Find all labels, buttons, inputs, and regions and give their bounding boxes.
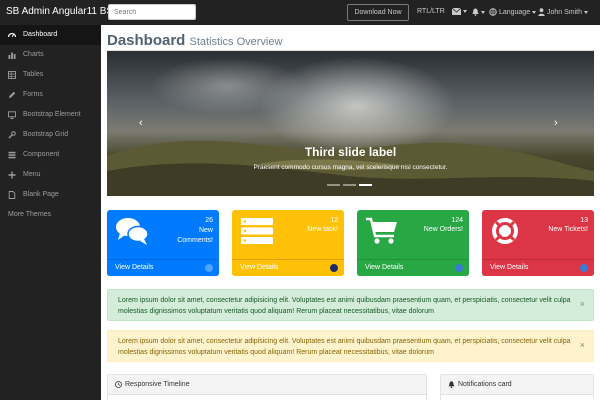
timeline-card-title: Responsive Timeline [125,381,190,388]
comments-icon [116,218,149,245]
page-subtitle: Statistics Overview [189,36,283,48]
stat-count: 13 [580,217,588,224]
sidebar-item-tables[interactable]: Tables [0,65,101,85]
language-dropdown[interactable]: Language [489,8,537,16]
sidebar-item-dashboard[interactable]: Dashboard [0,25,101,45]
carousel-text: Praesent commodo cursus magna, vel scele… [253,164,448,171]
stat-card-footer[interactable]: View Details [482,259,594,276]
user-dropdown[interactable]: John Smith [538,8,588,16]
view-details-link[interactable]: View Details [240,264,278,271]
language-label: Language [498,8,531,16]
carousel-prev[interactable]: ‹ [139,117,143,129]
timeline-card-header: Responsive Timeline [108,375,426,395]
notifications-card-title: Notifications card [458,381,512,388]
stat-count: 124 [451,217,463,224]
arrow-circle-right-icon [580,264,588,272]
carousel-indicator-active[interactable] [359,184,372,186]
language-icon [489,8,497,16]
sidebar-item-label: More Themes [8,211,52,218]
carousel-next[interactable]: › [554,117,558,129]
page-title-text: Dashboard [107,32,186,49]
plus-icon [8,171,16,179]
stat-card-tasks: 12 New task! View Details [232,210,344,276]
stat-label: New Comments! [177,227,213,244]
notifications-card-header: Notifications card [441,375,593,395]
sidebar-item-charts[interactable]: Charts [0,45,101,65]
sidebar: Dashboard Charts Tables Forms Bootstrap … [0,25,101,400]
main-content: Dashboard Statistics Overview ‹ › Third … [101,25,600,400]
file-icon [8,191,16,199]
warning-alert: Lorem ipsum dolor sit amet, consectetur … [107,330,594,362]
sidebar-item-label: Charts [23,51,44,58]
bell-icon [472,8,479,16]
timeline-card: Responsive Timeline [107,374,427,400]
bell-icon [448,381,455,388]
envelope-icon [452,8,461,15]
alert-text: Lorem ipsum dolor sit amet, consectetur … [118,297,571,315]
carousel-indicator[interactable] [327,184,340,186]
user-name: John Smith [546,8,582,16]
user-icon [538,8,545,16]
page-title: Dashboard Statistics Overview [107,32,282,49]
stat-label: New Tickets! [548,226,588,233]
sidebar-item-label: Tables [23,71,44,78]
arrow-circle-right-icon [455,264,463,272]
support-icon [492,218,518,244]
sidebar-item-label: Blank Page [23,191,59,198]
sidebar-item-label: Bootstrap Element [23,111,81,118]
edit-icon [9,91,16,98]
stat-card-comments: 26 New Comments! View Details [107,210,219,276]
image-carousel[interactable]: ‹ › Third slide label Praesent commodo c… [107,51,594,196]
table-icon [8,71,16,79]
stat-count: 26 [205,217,213,224]
stat-card-orders: 124 New Orders! View Details [357,210,469,276]
sidebar-item-label: Component [23,151,60,158]
success-alert: Lorem ipsum dolor sit amet, consectetur … [107,289,594,321]
alerts-dropdown[interactable] [472,8,485,16]
sidebar-item-more-themes[interactable]: More Themes [0,205,101,225]
messages-dropdown[interactable] [452,8,467,15]
stat-card-footer[interactable]: View Details [357,259,469,276]
shopping-cart-icon [366,217,397,244]
sidebar-item-forms[interactable]: Forms [0,85,101,105]
rtl-ltr-toggle[interactable]: RTL/LTR [417,8,445,15]
stat-count: 12 [330,217,338,224]
list-icon [8,151,16,159]
close-icon[interactable]: × [580,340,585,351]
stat-card-tickets: 13 New Tickets! View Details [482,210,594,276]
tasks-icon [241,218,273,244]
sidebar-item-label: Bootstrap Grid [23,131,69,138]
download-button[interactable]: Download Now [347,4,409,21]
carousel-indicator[interactable] [343,184,356,186]
arrow-circle-right-icon [205,264,213,272]
sidebar-item-menu[interactable]: Menu [0,165,101,185]
sidebar-item-bootstrap-grid[interactable]: Bootstrap Grid [0,125,101,145]
sidebar-item-bootstrap-element[interactable]: Bootstrap Element [0,105,101,125]
dashboard-icon [8,32,16,38]
stat-card-footer[interactable]: View Details [232,259,344,276]
sidebar-item-blank-page[interactable]: Blank Page [0,185,101,205]
sidebar-item-label: Forms [23,91,43,98]
sidebar-item-label: Menu [23,171,41,178]
view-details-link[interactable]: View Details [490,264,528,271]
top-navbar: SB Admin Angular11 BS4 Download Now RTL/… [0,0,600,25]
notifications-card: Notifications card [440,374,594,400]
stat-card-footer[interactable]: View Details [107,259,219,276]
view-details-link[interactable]: View Details [115,264,153,271]
stat-label: New Orders! [423,226,463,233]
desktop-icon [8,111,16,119]
wrench-icon [8,131,16,139]
brand-link[interactable]: SB Admin Angular11 BS4 [6,6,119,17]
view-details-link[interactable]: View Details [365,264,403,271]
bar-chart-icon [8,52,16,59]
stat-label: New task! [307,226,338,233]
close-icon[interactable]: × [580,299,585,310]
arrow-circle-right-icon [330,264,338,272]
clock-icon [115,381,122,388]
search-input[interactable] [108,4,196,20]
sidebar-item-component[interactable]: Component [0,145,101,165]
sidebar-item-label: Dashboard [23,31,58,38]
alert-text: Lorem ipsum dolor sit amet, consectetur … [118,338,571,356]
carousel-heading: Third slide label [304,145,397,159]
